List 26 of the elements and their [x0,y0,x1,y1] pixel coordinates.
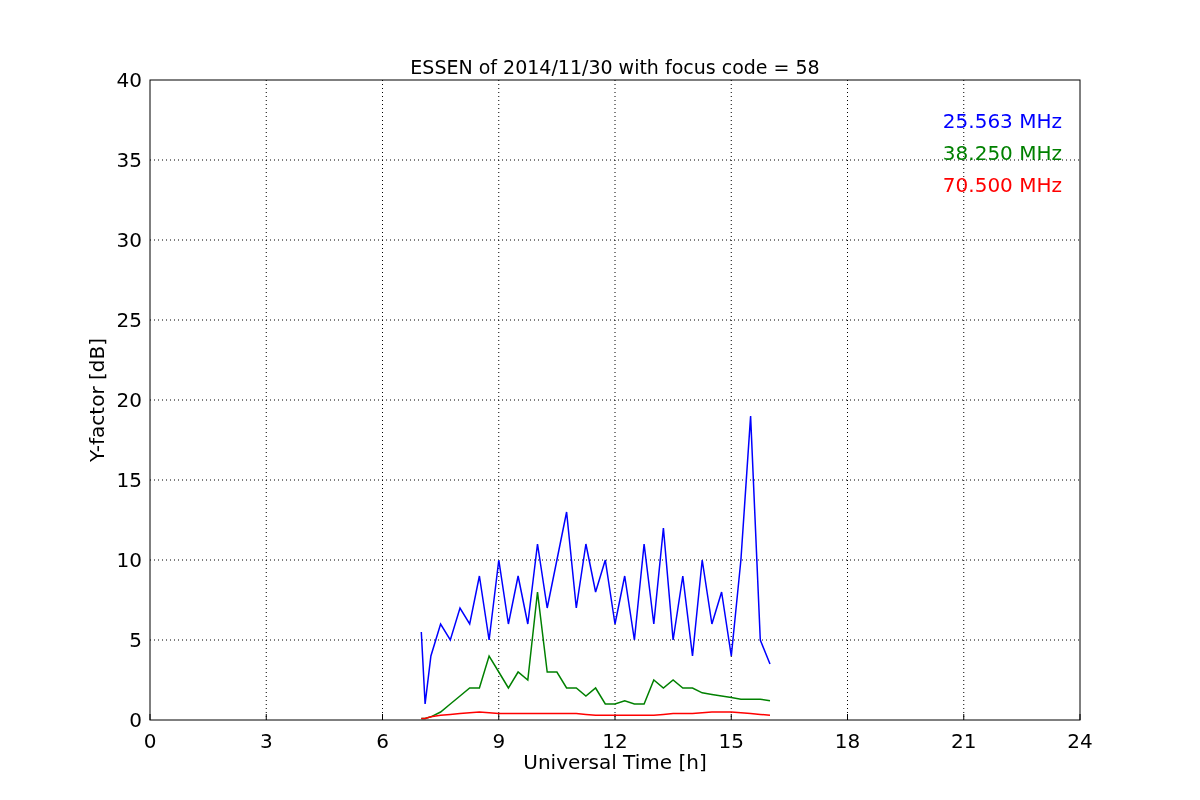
y-tick-label: 30 [116,228,142,252]
chart-title: ESSEN of 2014/11/30 with focus code = 58 [410,56,820,78]
x-tick-mark [730,713,732,721]
y-tick-label: 5 [129,628,142,652]
x-tick-label: 0 [143,729,157,753]
legend-label: 38.250 MHz [942,141,1062,165]
x-tick-label: 21 [951,729,977,753]
y-tick-label: 15 [116,468,142,492]
y-tick-label: 10 [116,548,142,572]
y-tick-label: 35 [116,148,142,172]
y-axis-label: Y-factor [dB] [85,338,109,462]
x-tick-label: 6 [376,729,389,753]
x-axis-label: Universal Time [h] [523,750,707,774]
legend-label: 70.500 MHz [942,173,1062,197]
y-tick-label: 40 [116,68,142,92]
legend-label: 25.563 MHz [942,109,1062,133]
y-tick-label: 25 [116,308,142,332]
x-tick-label: 9 [492,729,506,753]
y-tick-label: 20 [116,388,142,412]
y-tick-label: 0 [129,708,142,732]
x-tick-label: 24 [1067,729,1093,753]
x-tick-mark [614,713,616,721]
x-tick-label: 15 [718,729,744,753]
x-tick-label: 12 [602,729,628,753]
x-tick-label: 3 [259,729,273,753]
x-tick-label: 18 [834,729,861,753]
